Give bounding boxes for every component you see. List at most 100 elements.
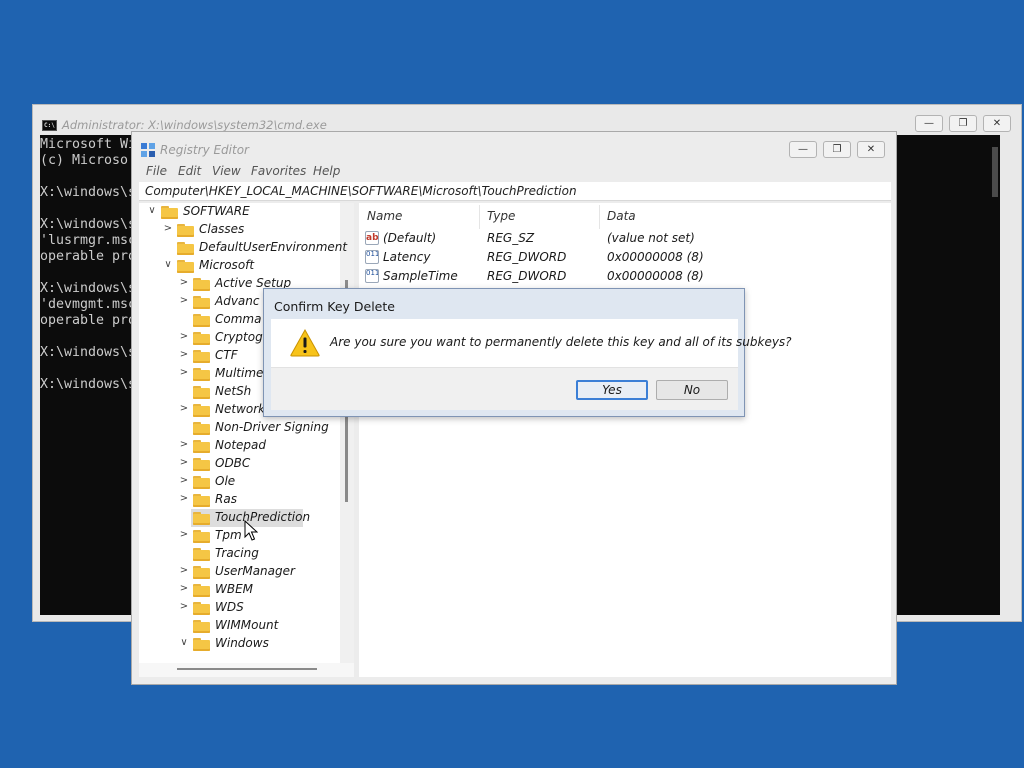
chevron-down-icon[interactable]: ∨ bbox=[163, 259, 173, 271]
folder-icon bbox=[193, 404, 210, 417]
cmd-window-title: Administrator: X:\windows\system32\cmd.e… bbox=[62, 118, 327, 132]
folder-icon bbox=[193, 314, 210, 327]
column-divider[interactable] bbox=[599, 205, 600, 229]
tree-item-ras[interactable]: > Ras bbox=[179, 491, 354, 509]
tree-item-defaultuserenvironment[interactable]: DefaultUserEnvironment bbox=[163, 239, 354, 257]
value-row[interactable]: 011 SampleTime REG_DWORD 0x00000008 (8) bbox=[359, 267, 891, 286]
key-tree[interactable]: ∨ SOFTWARE > Classes DefaultUserEnvironment ∨… bbox=[139, 203, 354, 677]
chevron-right-icon[interactable]: > bbox=[179, 601, 189, 613]
chevron-right-icon[interactable]: > bbox=[179, 277, 189, 289]
dialog-body: Are you sure you want to permanently del… bbox=[271, 319, 792, 410]
no-button[interactable]: No bbox=[656, 380, 728, 400]
chevron-right-icon[interactable]: > bbox=[179, 295, 189, 307]
folder-icon bbox=[193, 476, 210, 489]
value-type: REG_DWORD bbox=[487, 269, 567, 283]
menu-help[interactable]: Help bbox=[313, 164, 340, 178]
tree-horizontal-scroll-thumb[interactable] bbox=[177, 668, 317, 670]
folder-icon bbox=[177, 260, 194, 273]
folder-icon bbox=[193, 422, 210, 435]
chevron-right-icon[interactable]: > bbox=[179, 349, 189, 361]
folder-icon bbox=[193, 296, 210, 309]
tree-item-label: Network bbox=[215, 402, 266, 416]
tree-item-classes[interactable]: > Classes bbox=[163, 221, 354, 239]
tree-item-odbc[interactable]: > ODBC bbox=[179, 455, 354, 473]
value-row[interactable]: 011 Latency REG_DWORD 0x00000008 (8) bbox=[359, 248, 891, 267]
chevron-right-icon[interactable]: > bbox=[163, 223, 173, 235]
folder-icon bbox=[193, 332, 210, 345]
warning-icon bbox=[290, 329, 320, 357]
tree-item-usermanager[interactable]: > UserManager bbox=[179, 563, 354, 581]
cmd-close-button[interactable]: ✕ bbox=[983, 115, 1011, 132]
column-header-type[interactable]: Type bbox=[487, 209, 515, 223]
tree-item-label: Windows bbox=[215, 636, 269, 650]
chevron-right-icon[interactable]: > bbox=[179, 583, 189, 595]
chevron-right-icon[interactable]: > bbox=[179, 331, 189, 343]
cmd-maximize-button[interactable]: ❐ bbox=[949, 115, 977, 132]
menu-favorites[interactable]: Favorites bbox=[251, 164, 306, 178]
tree-item-touchprediction[interactable]: TouchPrediction bbox=[179, 509, 354, 527]
folder-icon bbox=[193, 278, 210, 291]
value-name: (Default) bbox=[383, 231, 437, 245]
yes-button[interactable]: Yes bbox=[576, 380, 648, 400]
column-header-name[interactable]: Name bbox=[367, 209, 402, 223]
menu-file[interactable]: File bbox=[146, 164, 167, 178]
chevron-down-icon[interactable]: ∨ bbox=[147, 205, 157, 217]
value-data: 0x00000008 (8) bbox=[607, 250, 704, 264]
tree-item-non-driver-signing[interactable]: Non-Driver Signing bbox=[179, 419, 354, 437]
tree-item-label: Cryptog bbox=[215, 330, 263, 344]
chevron-right-icon[interactable]: > bbox=[179, 457, 189, 469]
tree-item-wds[interactable]: > WDS bbox=[179, 599, 354, 617]
chevron-right-icon[interactable]: > bbox=[179, 367, 189, 379]
console-scroll-thumb[interactable] bbox=[992, 147, 998, 197]
menu-view[interactable]: View bbox=[212, 164, 241, 178]
cmd-minimize-button[interactable]: — bbox=[915, 115, 943, 132]
tree-item-software[interactable]: ∨ SOFTWARE bbox=[147, 203, 354, 221]
tree-item-ole[interactable]: > Ole bbox=[179, 473, 354, 491]
tree-item-tracing[interactable]: Tracing bbox=[179, 545, 354, 563]
tree-horizontal-scrollbar[interactable] bbox=[139, 663, 354, 677]
value-row[interactable]: ab (Default) REG_SZ (value not set) bbox=[359, 229, 891, 248]
chevron-right-icon[interactable]: > bbox=[179, 493, 189, 505]
chevron-right-icon[interactable]: > bbox=[179, 439, 189, 451]
values-pane[interactable]: Name Type Data ab (Default) REG_SZ (valu… bbox=[359, 203, 891, 677]
menu-bar: File Edit View Favorites Help bbox=[132, 162, 896, 182]
folder-icon bbox=[193, 566, 210, 579]
chevron-right-icon[interactable]: > bbox=[179, 475, 189, 487]
tree-item-label: Comma bbox=[215, 312, 262, 326]
regedit-maximize-button[interactable]: ❐ bbox=[823, 141, 851, 158]
binary-value-icon: 011 bbox=[365, 269, 379, 283]
tree-item-label: Classes bbox=[199, 222, 245, 236]
regedit-close-button[interactable]: ✕ bbox=[857, 141, 885, 158]
tree-item-tpm[interactable]: > Tpm bbox=[179, 527, 354, 545]
value-name: Latency bbox=[383, 250, 431, 264]
folder-icon bbox=[177, 242, 194, 255]
tree-item-wbem[interactable]: > WBEM bbox=[179, 581, 354, 599]
regedit-titlebar[interactable]: Registry Editor — ❐ ✕ bbox=[132, 132, 896, 162]
folder-icon bbox=[193, 458, 210, 471]
tree-item-windows[interactable]: ∨ Windows bbox=[179, 635, 354, 653]
chevron-right-icon[interactable]: > bbox=[179, 529, 189, 541]
tree-item-notepad[interactable]: > Notepad bbox=[179, 437, 354, 455]
tree-item-label: NetSh bbox=[215, 384, 252, 398]
folder-icon bbox=[193, 512, 210, 525]
tree-item-label: Notepad bbox=[215, 438, 266, 452]
regedit-window-title: Registry Editor bbox=[160, 143, 249, 157]
string-value-icon: ab bbox=[365, 231, 379, 245]
regedit-minimize-button[interactable]: — bbox=[789, 141, 817, 158]
folder-icon bbox=[193, 584, 210, 597]
chevron-right-icon[interactable]: > bbox=[179, 403, 189, 415]
console-scrollbar[interactable] bbox=[990, 135, 1000, 615]
folder-icon bbox=[193, 602, 210, 615]
chevron-down-icon[interactable]: ∨ bbox=[179, 637, 189, 649]
chevron-right-icon[interactable]: > bbox=[179, 565, 189, 577]
dialog-title: Confirm Key Delete bbox=[274, 299, 395, 314]
address-bar[interactable]: Computer\HKEY_LOCAL_MACHINE\SOFTWARE\Mic… bbox=[139, 182, 891, 201]
tree-item-label: SOFTWARE bbox=[183, 204, 250, 218]
tree-item-microsoft[interactable]: ∨ Microsoft bbox=[163, 257, 354, 275]
menu-edit[interactable]: Edit bbox=[178, 164, 201, 178]
column-divider[interactable] bbox=[479, 205, 480, 229]
tree-item-label: TouchPrediction bbox=[215, 510, 311, 524]
column-header-data[interactable]: Data bbox=[607, 209, 636, 223]
folder-icon bbox=[193, 494, 210, 507]
tree-item-wimmount[interactable]: WIMMount bbox=[179, 617, 354, 635]
